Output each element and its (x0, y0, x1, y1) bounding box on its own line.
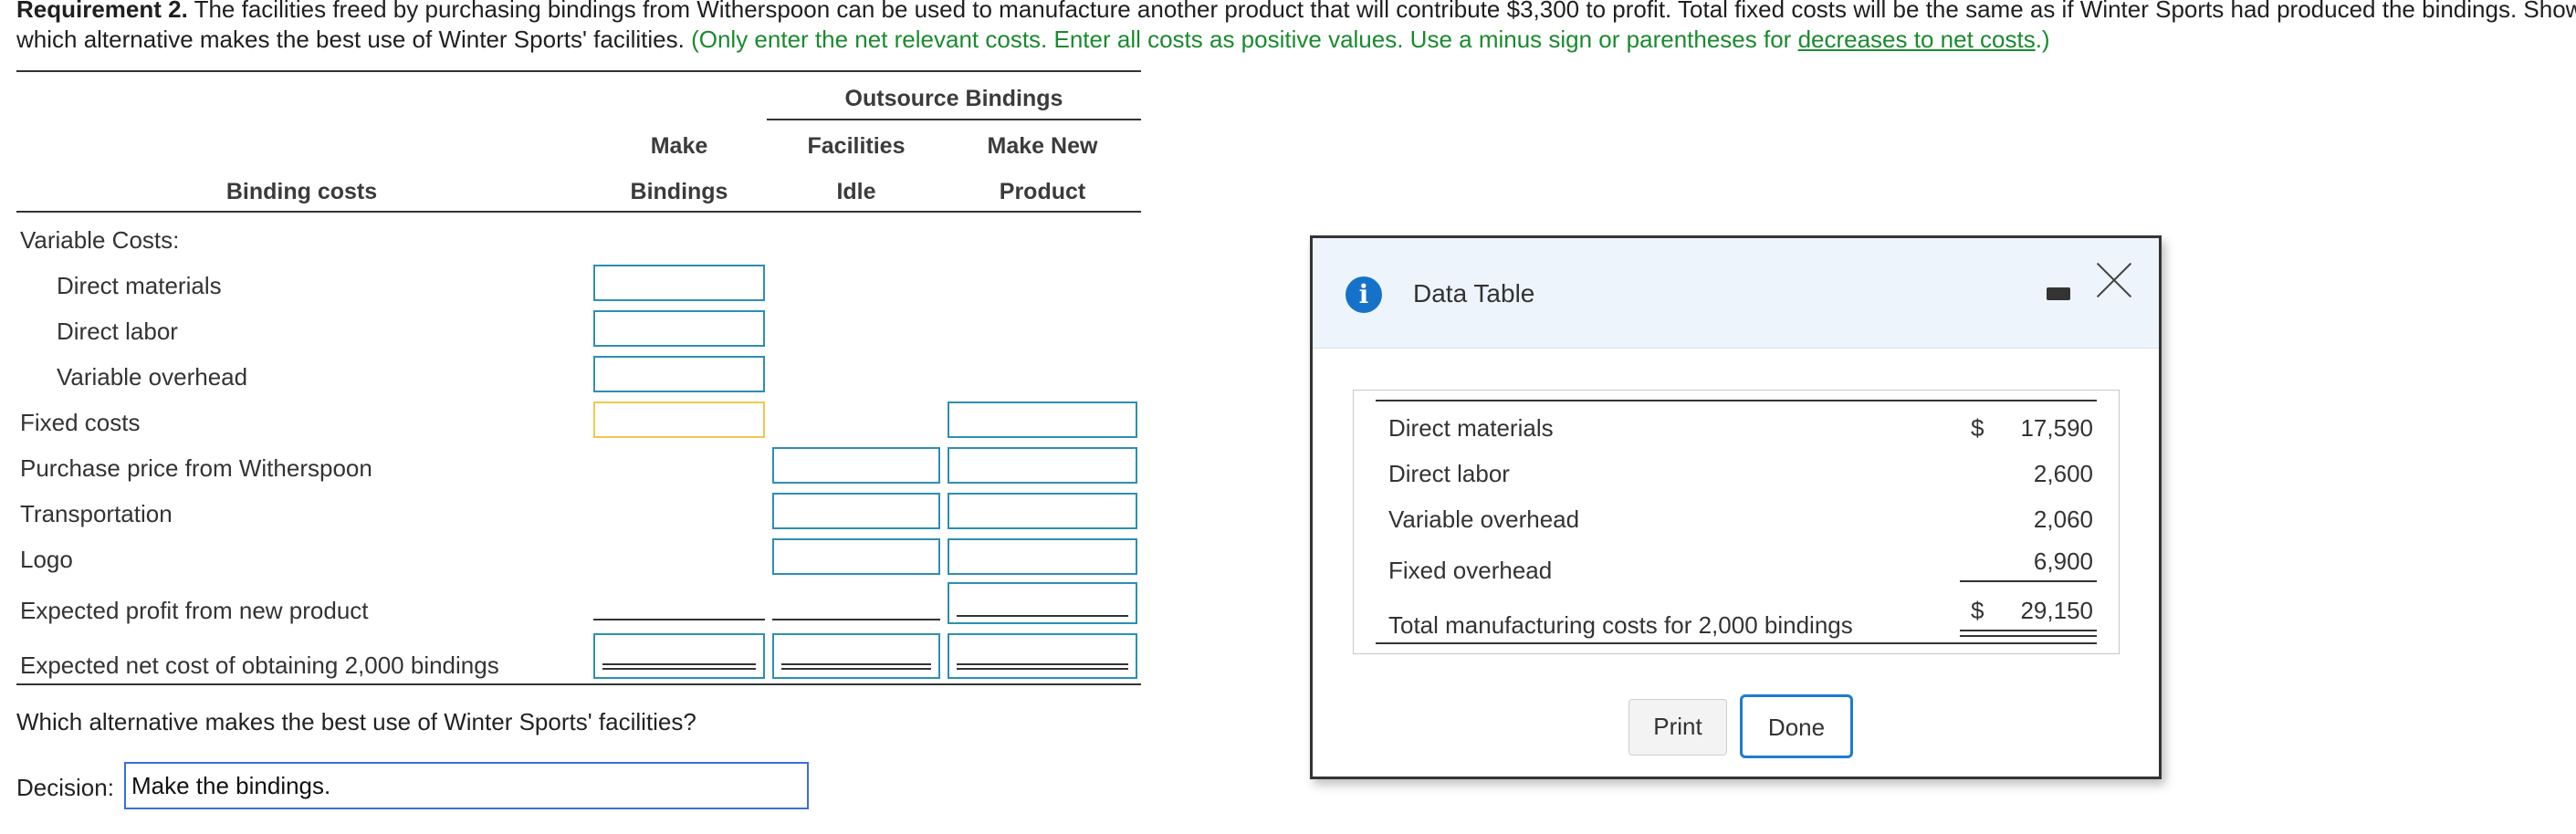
decision-select[interactable]: Make the bindings. (124, 762, 809, 809)
prompt-line-1: Requirement 2. The facilities freed by p… (16, 0, 2576, 25)
input-idle-transportation[interactable] (772, 493, 940, 529)
input-make-direct-labor[interactable] (593, 310, 765, 347)
dt-total-value: 29,150 (2020, 597, 2093, 624)
row-variable-costs: Variable Costs: (20, 226, 180, 254)
dt-row-label: Direct materials (1388, 414, 1554, 442)
input-new-fixed-costs[interactable] (948, 401, 1137, 438)
dt-row-dollar: $ (1971, 414, 1984, 442)
input-new-expected-profit[interactable] (948, 582, 1137, 624)
dialog-header: i Data Table (1313, 238, 2159, 349)
input-make-direct-materials[interactable] (593, 265, 765, 301)
col-idle-line1: Facilities (807, 133, 906, 159)
row-transportation: Transportation (20, 500, 173, 527)
instruction-end: .) (2035, 26, 2050, 53)
data-table-top-rule (1376, 400, 2097, 401)
dt-total-label: Total manufacturing costs for 2,000 bind… (1388, 611, 1853, 639)
done-button[interactable]: Done (1740, 694, 1853, 758)
row-direct-labor: Direct labor (57, 318, 178, 345)
prompt-text-1: The facilities freed by purchasing bindi… (194, 0, 2576, 23)
group-header-rule (767, 119, 1141, 120)
input-new-net-cost[interactable] (948, 633, 1137, 679)
group-header-outsource: Outsource Bindings (844, 86, 1063, 111)
data-table-dialog: i Data Table Direct materials $ 17,590 D… (1310, 235, 2162, 779)
input-new-purchase-price[interactable] (948, 447, 1137, 484)
total-rule-2 (1960, 635, 2097, 637)
prompt-line-2: which alternative makes the best use of … (16, 25, 2576, 55)
input-idle-net-cost[interactable] (772, 633, 940, 679)
col-idle-line2: Idle (836, 179, 876, 204)
make-profit-underline (593, 619, 765, 620)
prompt-text-2: which alternative makes the best use of … (16, 26, 685, 53)
header-bottom-rule (16, 211, 1141, 213)
input-idle-purchase-price[interactable] (772, 447, 940, 484)
total-rule-bottom (1376, 642, 2097, 644)
idle-profit-underline (772, 619, 940, 620)
print-button[interactable]: Print (1628, 699, 1727, 756)
dt-row-label: Direct labor (1388, 460, 1510, 487)
dt-row-value: 2,600 (2033, 460, 2093, 487)
decreases-link[interactable]: decreases to net costs (1798, 26, 2036, 53)
table-top-rule (16, 70, 1141, 72)
decision-label: Decision: (16, 774, 114, 801)
requirement-prompt: Requirement 2. The facilities freed by p… (16, 0, 2576, 55)
input-idle-logo[interactable] (772, 538, 940, 575)
row-direct-materials: Direct materials (57, 272, 222, 299)
total-rule-1 (1960, 630, 2097, 631)
col-make-line1: Make (650, 133, 708, 159)
subtotal-rule (1960, 580, 2097, 582)
row-purchase-price: Purchase price from Witherspoon (20, 454, 372, 482)
dt-row-value: 6,900 (2033, 547, 2093, 575)
dt-row-value: 2,060 (2033, 506, 2093, 533)
col-new-line1: Make New (987, 133, 1098, 159)
input-make-net-cost[interactable] (593, 633, 765, 679)
new-profit-underline (957, 615, 1128, 617)
row-expected-profit: Expected profit from new product (20, 597, 369, 624)
close-icon[interactable] (2096, 262, 2132, 298)
dt-row-label: Variable overhead (1388, 506, 1580, 533)
col-make-line2: Bindings (630, 179, 728, 204)
info-icon: i (1346, 276, 1382, 313)
table-bottom-rule (16, 683, 1141, 685)
input-new-transportation[interactable] (948, 493, 1137, 529)
input-new-logo[interactable] (948, 538, 1137, 575)
col-new-line2: Product (999, 179, 1086, 204)
row-logo: Logo (20, 546, 73, 573)
instruction-text: (Only enter the net relevant costs. Ente… (691, 26, 2050, 53)
question-text: Which alternative makes the best use of … (16, 708, 696, 735)
input-make-variable-overhead[interactable] (593, 356, 765, 392)
dt-row-value: 17,590 (2020, 414, 2093, 442)
data-table: Direct materials $ 17,590 Direct labor 2… (1353, 390, 2120, 654)
dialog-title: Data Table (1413, 279, 1535, 308)
input-make-fixed-costs[interactable] (593, 401, 765, 438)
dt-total-dollar: $ (1971, 597, 1984, 624)
row-header-binding-costs: Binding costs (225, 179, 378, 204)
row-expected-net-cost: Expected net cost of obtaining 2,000 bin… (20, 652, 499, 679)
row-fixed-costs: Fixed costs (20, 409, 141, 436)
requirement-label: Requirement 2. (16, 0, 188, 23)
minimize-icon[interactable] (2047, 287, 2070, 300)
instruction-part-1: (Only enter the net relevant costs. Ente… (691, 26, 1792, 53)
dt-row-label: Fixed overhead (1388, 557, 1553, 584)
row-variable-overhead: Variable overhead (57, 363, 248, 391)
